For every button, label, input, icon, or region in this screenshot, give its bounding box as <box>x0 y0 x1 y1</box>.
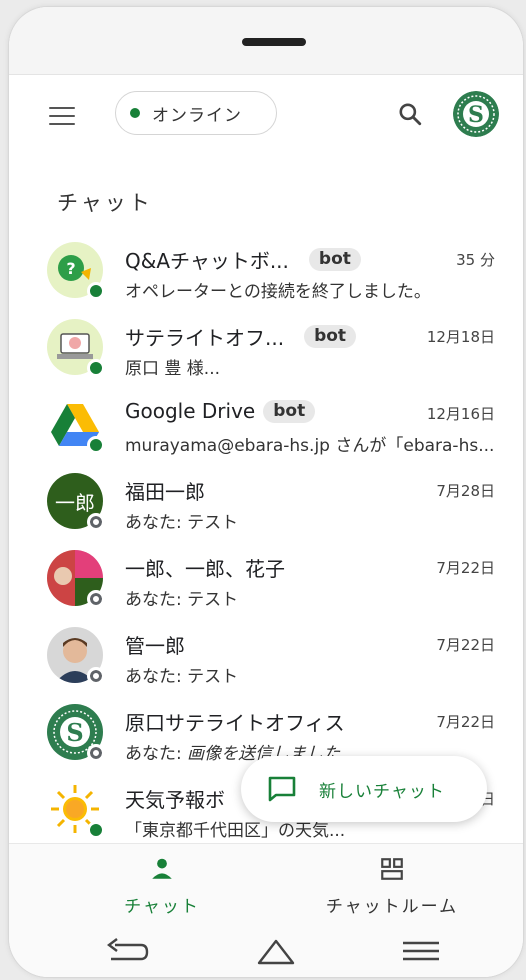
presence-online-icon <box>87 359 105 377</box>
chat-name: 管一郎 <box>125 634 185 658</box>
chat-time: 7月22日 <box>436 636 495 654</box>
chat-item-group[interactable]: 一郎、一郎、花子 7月22日 あなた: テスト <box>9 541 523 618</box>
person-icon <box>152 858 172 879</box>
presence-online-icon <box>87 282 105 300</box>
satellite-bot-avatar <box>47 319 105 377</box>
chat-name: 福田一郎 <box>125 480 205 504</box>
system-navigation <box>9 923 523 977</box>
recents-menu-icon[interactable] <box>401 937 441 965</box>
status-label: オンライン <box>152 105 242 126</box>
online-status-dot <box>130 108 140 118</box>
tab-chat-rooms-label: チャットルーム <box>325 897 459 917</box>
google-drive-icon <box>47 396 105 454</box>
chat-preview: 原口 豊 様... <box>125 359 221 379</box>
chat-time: 7月22日 <box>436 559 495 577</box>
chat-preview: あなた: テスト <box>125 590 239 610</box>
section-title: チャット <box>57 191 153 215</box>
presence-offline-icon <box>87 744 105 762</box>
chat-time: 7月22日 <box>436 713 495 731</box>
chat-name: Google Drive <box>125 399 256 423</box>
new-chat-button[interactable]: 新しいチャット <box>241 756 487 822</box>
chat-item-kan[interactable]: 管一郎 7月22日 あなた: テスト <box>9 618 523 695</box>
chat-name: Q&Aチャットボ... <box>125 249 289 273</box>
rooms-icon <box>381 858 403 880</box>
presence-offline-icon <box>87 513 105 531</box>
account-avatar[interactable]: S <box>453 91 499 137</box>
presence-online-icon <box>87 436 105 454</box>
back-icon[interactable] <box>103 937 149 967</box>
bot-badge: bot <box>263 399 316 423</box>
bottom-navigation: チャット チャットルーム <box>9 843 523 923</box>
chat-name: 原口サテライトオフィス <box>125 711 345 735</box>
svg-text:S: S <box>468 102 484 128</box>
app-header: オンライン S <box>9 91 523 147</box>
group-avatar <box>47 550 105 608</box>
chat-preview: あなた: テスト <box>125 667 239 687</box>
preview-prefix: あなた: <box>125 744 188 764</box>
chat-preview: murayama@ebara-hs.jp さんが「ebara-hs... <box>125 436 495 456</box>
menu-icon[interactable] <box>49 107 75 129</box>
speaker-notch <box>242 38 306 46</box>
status-selector[interactable]: オンライン <box>115 91 277 135</box>
bot-badge: bot <box>308 248 361 271</box>
chat-name: サテライトオフ... <box>125 326 285 350</box>
chat-time: 12月18日 <box>426 328 495 346</box>
avatar-initials: 一郎 <box>55 490 95 515</box>
chat-bubble-icon <box>268 776 296 802</box>
svg-text:S: S <box>66 718 83 747</box>
phone-frame: オンライン S チャット ? Q&Aチャットボ... bot 35 分 オペレータ… <box>8 6 524 978</box>
qa-bot-avatar: ? <box>47 242 105 300</box>
presence-offline-icon <box>87 590 105 608</box>
tab-chat-label: チャット <box>124 897 200 917</box>
status-bar <box>9 7 523 75</box>
presence-offline-icon <box>87 667 105 685</box>
weather-bot-avatar <box>47 781 105 839</box>
chat-item-fukuda[interactable]: 一郎 福田一郎 7月28日 あなた: テスト <box>9 464 523 541</box>
presence-online-icon <box>87 821 105 839</box>
tab-chat-rooms[interactable]: チャットルーム <box>317 856 467 917</box>
chat-name: 一郎、一郎、花子 <box>125 557 285 581</box>
home-icon[interactable] <box>255 935 297 967</box>
chat-time: 12月16日 <box>426 405 495 423</box>
svg-text:?: ? <box>66 259 75 278</box>
search-icon[interactable] <box>397 101 423 127</box>
chat-item-google-drive[interactable]: Google Drive bot 12月16日 murayama@ebara-hs… <box>9 387 523 464</box>
chat-time: 7月28日 <box>436 482 495 500</box>
bot-badge: bot <box>304 325 357 348</box>
chat-time: 35 分 <box>456 251 495 269</box>
user-avatar: 一郎 <box>47 473 105 531</box>
chat-name: 天気予報ボ <box>125 788 225 812</box>
chat-preview: オペレーターとの接続を終了しました。 <box>125 282 431 302</box>
user-avatar <box>47 627 105 685</box>
new-chat-label: 新しいチャット <box>319 781 445 802</box>
office-avatar: S <box>47 704 105 762</box>
chat-preview: あなた: テスト <box>125 513 239 533</box>
tab-chat[interactable]: チャット <box>117 856 207 917</box>
chat-item-satellite-bot[interactable]: サテライトオフ... bot 12月18日 原口 豊 様... <box>9 310 523 387</box>
chat-item-qa-bot[interactable]: ? Q&Aチャットボ... bot 35 分 オペレーターとの接続を終了しました。 <box>9 233 523 310</box>
